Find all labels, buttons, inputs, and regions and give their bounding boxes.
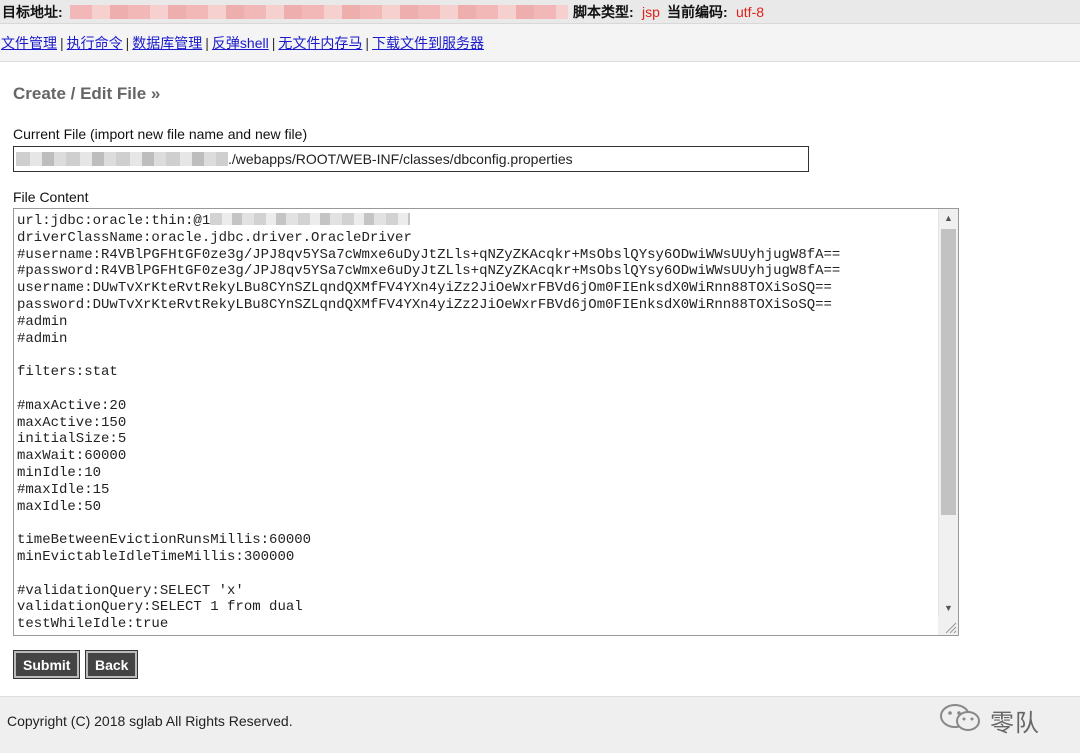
main-nav: 文件管理 | 执行命令 | 数据库管理 | 反弹shell | 无文件内存马 | 下载文件到服务器 <box>0 24 1080 62</box>
brand-watermark: 零队 <box>938 703 1040 738</box>
resize-grip-icon[interactable] <box>938 615 958 635</box>
redacted-target-address <box>70 5 568 19</box>
encoding-label: 当前编码: <box>667 4 728 20</box>
nav-file-manager[interactable]: 文件管理 <box>1 35 57 51</box>
page-title: Create / Edit File » <box>13 84 161 103</box>
current-file-path: ./webapps/ROOT/WEB-INF/classes/dbconfig.… <box>228 151 573 167</box>
file-content-first-line: url:jdbc:oracle:thin:@1 <box>17 213 211 229</box>
file-content-text: url:jdbc:oracle:thin:@1 driverClassName:… <box>17 213 937 633</box>
back-button[interactable]: Back <box>84 650 139 679</box>
script-type-label: 脚本类型: <box>573 4 634 20</box>
top-info-bar: 目标地址: 脚本类型: jsp 当前编码: utf-8 <box>0 0 1080 24</box>
redacted-host <box>210 213 411 225</box>
submit-button[interactable]: Submit <box>12 650 81 679</box>
brand-name: 零队 <box>990 708 1040 737</box>
current-file-input[interactable]: ./webapps/ROOT/WEB-INF/classes/dbconfig.… <box>13 146 809 172</box>
copyright-text: Copyright (C) 2018 sglab All Rights Rese… <box>7 713 293 729</box>
nav-reverse-shell[interactable]: 反弹shell <box>212 35 269 51</box>
wechat-icon <box>938 703 984 738</box>
redacted-path-prefix <box>16 152 228 166</box>
nav-separator: | <box>60 35 64 51</box>
script-type-value: jsp <box>642 4 660 20</box>
nav-fileless-memshell[interactable]: 无文件内存马 <box>278 35 362 51</box>
nav-separator: | <box>125 35 130 51</box>
nav-database-manager[interactable]: 数据库管理 <box>132 35 202 51</box>
nav-separator: | <box>205 35 209 51</box>
nav-download-to-server[interactable]: 下载文件到服务器 <box>372 35 484 51</box>
nav-separator: | <box>271 35 276 51</box>
current-file-label: Current File (import new file name and n… <box>13 126 308 142</box>
scroll-thumb[interactable] <box>941 229 956 515</box>
nav-execute-command[interactable]: 执行命令 <box>67 35 123 51</box>
file-content-body: driverClassName:oracle.jdbc.driver.Oracl… <box>17 229 841 633</box>
nav-separator: | <box>365 35 369 51</box>
encoding-value: utf-8 <box>736 4 765 20</box>
vertical-scrollbar[interactable]: ▲ ▼ <box>938 209 958 617</box>
target-address-label: 目标地址: <box>2 4 63 20</box>
file-content-label: File Content <box>13 189 89 205</box>
scroll-up-icon[interactable]: ▲ <box>939 209 958 227</box>
footer: Copyright (C) 2018 sglab All Rights Rese… <box>0 696 1080 753</box>
file-content-textarea[interactable]: url:jdbc:oracle:thin:@1 driverClassName:… <box>13 208 959 636</box>
